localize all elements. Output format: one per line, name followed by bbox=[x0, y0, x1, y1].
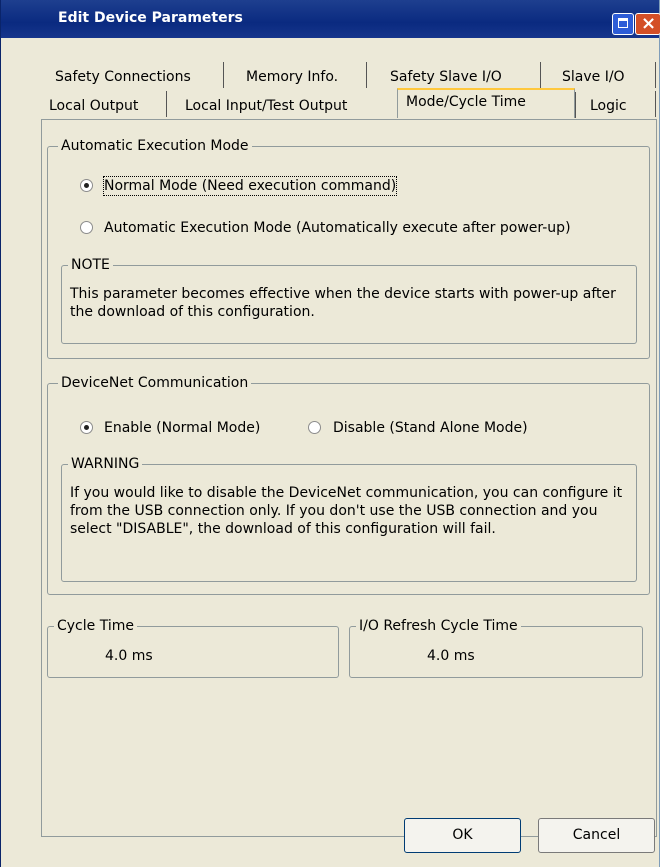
tab-divider bbox=[655, 62, 656, 88]
close-icon: × bbox=[641, 13, 657, 34]
tab-divider bbox=[166, 91, 167, 117]
tab-divider bbox=[575, 92, 576, 118]
maximize-icon bbox=[618, 18, 628, 28]
tab-safety-connections[interactable]: Safety Connections bbox=[47, 65, 191, 90]
tab-divider bbox=[223, 62, 224, 88]
tab-safety-slave-io[interactable]: Safety Slave I/O bbox=[382, 65, 502, 90]
disable-label[interactable]: Disable (Stand Alone Mode) bbox=[333, 419, 528, 437]
warning-title: WARNING bbox=[68, 455, 143, 473]
tab-logic[interactable]: Logic bbox=[582, 94, 627, 119]
tab-divider bbox=[655, 91, 656, 117]
cancel-button[interactable]: Cancel bbox=[538, 818, 655, 853]
tab-divider bbox=[540, 62, 541, 88]
io-refresh-value: 4.0 ms bbox=[427, 648, 475, 664]
title-bar[interactable]: Edit Device Parameters × bbox=[1, 0, 661, 38]
tab-slave-io[interactable]: Slave I/O bbox=[554, 65, 625, 90]
tab-local-output[interactable]: Local Output bbox=[41, 94, 138, 119]
cycle-time-group: Cycle Time bbox=[47, 617, 339, 678]
tab-mode-cycle-time[interactable]: Mode/Cycle Time bbox=[397, 88, 575, 118]
close-button[interactable]: × bbox=[635, 13, 661, 35]
enable-label[interactable]: Enable (Normal Mode) bbox=[104, 419, 260, 437]
group-title: Automatic Execution Mode bbox=[58, 137, 252, 155]
ok-button[interactable]: OK bbox=[404, 818, 521, 853]
io-refresh-title: I/O Refresh Cycle Time bbox=[356, 617, 521, 635]
cycle-time-value: 4.0 ms bbox=[105, 648, 153, 664]
normal-mode-radio[interactable] bbox=[80, 179, 93, 192]
window-title: Edit Device Parameters bbox=[58, 10, 243, 26]
note-text: This parameter becomes effective when th… bbox=[70, 286, 616, 320]
tab-divider bbox=[366, 62, 367, 88]
io-refresh-cycle-time-group: I/O Refresh Cycle Time bbox=[349, 617, 643, 678]
maximize-button[interactable] bbox=[612, 13, 634, 35]
note-title: NOTE bbox=[68, 256, 113, 274]
automatic-mode-label[interactable]: Automatic Execution Mode (Automatically … bbox=[104, 219, 571, 237]
warning-text: If you would like to disable the DeviceN… bbox=[70, 485, 623, 537]
tab-memory-info[interactable]: Memory Info. bbox=[238, 65, 338, 90]
dialog-window: Edit Device Parameters × Safety Connecti… bbox=[0, 0, 661, 867]
tab-local-input-test-output[interactable]: Local Input/Test Output bbox=[177, 94, 347, 119]
enable-radio[interactable] bbox=[80, 421, 93, 434]
group-title: DeviceNet Communication bbox=[58, 374, 252, 392]
disable-radio[interactable] bbox=[308, 421, 321, 434]
normal-mode-label[interactable]: Normal Mode (Need execution command) bbox=[102, 176, 398, 196]
automatic-mode-radio[interactable] bbox=[80, 221, 93, 234]
cycle-time-title: Cycle Time bbox=[54, 617, 137, 635]
